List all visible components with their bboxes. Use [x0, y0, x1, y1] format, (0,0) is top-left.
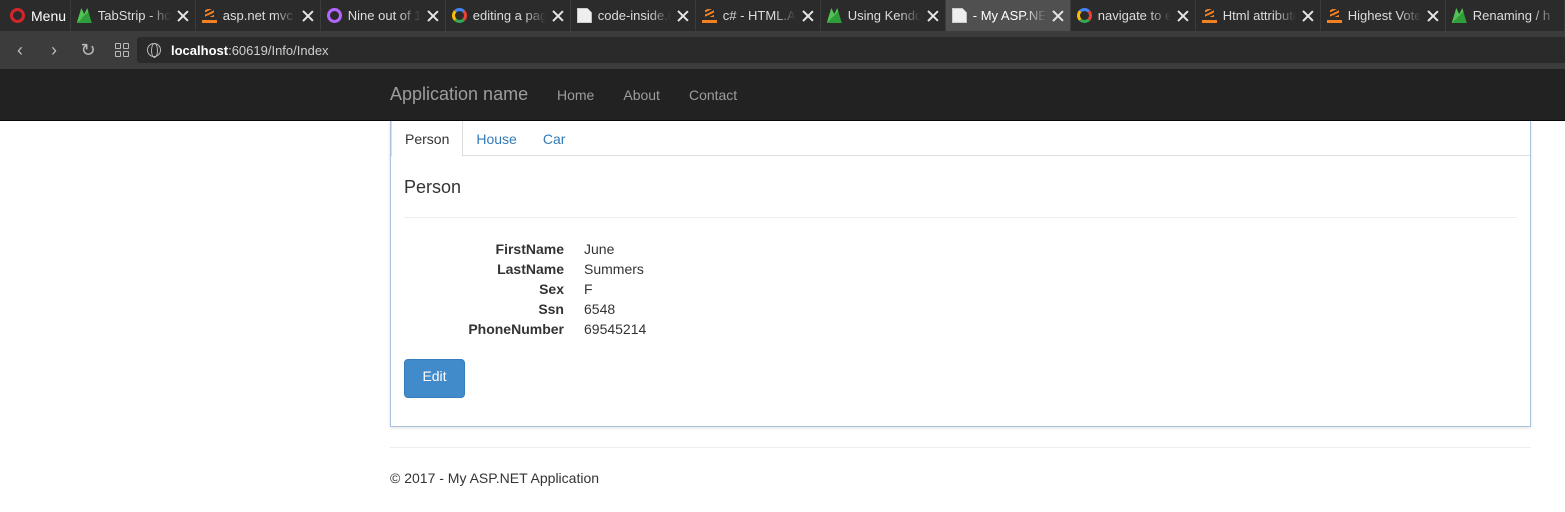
close-tab-icon[interactable]: [427, 10, 439, 22]
section-title: Person: [404, 177, 462, 197]
close-tab-icon[interactable]: [677, 10, 689, 22]
browser-tab-title: navigate to e: [1097, 8, 1171, 23]
tabstrip: Person House Car: [391, 121, 1530, 157]
browser-tab-title: code-inside.d: [597, 8, 671, 23]
browser-tab-title: Renaming / h: [1472, 8, 1551, 23]
detail-value: F: [584, 281, 593, 297]
close-tab-icon[interactable]: [1302, 10, 1314, 22]
kendo-icon: [826, 8, 842, 23]
address-bar[interactable]: localhost:60619/Info/Index: [137, 37, 1565, 63]
back-icon[interactable]: ‹: [10, 40, 30, 60]
speed-dial-icon[interactable]: [112, 40, 132, 60]
browser-tab-title: TabStrip - how: [97, 8, 171, 23]
divider: [404, 217, 1517, 218]
google-icon: [1076, 8, 1092, 23]
browser-tab-title: - My ASP.NET: [972, 8, 1046, 23]
browser-tab[interactable]: code-inside.d: [571, 0, 696, 31]
tab-person[interactable]: Person: [391, 121, 464, 157]
detail-value: June: [584, 241, 615, 257]
detail-label: Ssn: [538, 301, 564, 317]
nav-home-link[interactable]: Home: [557, 87, 594, 103]
browser-tab[interactable]: Renaming / h: [1446, 0, 1565, 31]
stackoverflow-icon: [1326, 8, 1342, 23]
reload-icon[interactable]: ↻: [78, 40, 98, 60]
opera-logo-icon: [10, 8, 25, 23]
detail-label: Sex: [539, 281, 564, 297]
link-icon: [326, 8, 342, 23]
browser-tab-bar: Menu TabStrip - how asp.net mvc - Nine o…: [0, 0, 1565, 31]
detail-row: PhoneNumber 69545214: [404, 319, 1517, 339]
browser-tab[interactable]: Html attribute: [1196, 0, 1321, 31]
detail-value: 69545214: [584, 321, 647, 337]
close-tab-icon[interactable]: [1052, 10, 1064, 22]
close-tab-icon[interactable]: [802, 10, 814, 22]
browser-menu-button[interactable]: Menu: [0, 0, 71, 31]
google-icon: [451, 8, 467, 23]
detail-label: PhoneNumber: [468, 321, 564, 337]
forward-icon[interactable]: ›: [44, 40, 64, 60]
detail-value: Summers: [584, 261, 644, 277]
person-tab-content: Person FirstName June LastName Summers S…: [404, 156, 1517, 398]
stackoverflow-icon: [701, 8, 717, 23]
tabstrip-panel: Person House Car Person FirstName June L…: [390, 121, 1531, 427]
kendo-icon: [1451, 8, 1467, 23]
detail-row: Sex F: [404, 279, 1517, 299]
document-icon: [576, 8, 592, 23]
detail-row: Ssn 6548: [404, 299, 1517, 319]
detail-label: FirstName: [495, 241, 564, 257]
browser-tab[interactable]: Highest Voted: [1321, 0, 1446, 31]
close-tab-icon[interactable]: [177, 10, 189, 22]
detail-value: 6548: [584, 301, 616, 317]
page-icon: [951, 8, 967, 23]
footer-divider: [390, 447, 1531, 448]
close-tab-icon[interactable]: [302, 10, 314, 22]
close-tab-icon[interactable]: [927, 10, 939, 22]
close-tab-icon[interactable]: [1177, 10, 1189, 22]
nav-about-link[interactable]: About: [623, 87, 660, 103]
person-details: FirstName June LastName Summers Sex F Ss…: [404, 239, 1517, 339]
tab-car[interactable]: Car: [530, 121, 579, 156]
browser-tab[interactable]: Nine out of 1: [321, 0, 446, 31]
address-toolbar: ‹ › ↻ localhost:60619/Info/Index: [0, 31, 1565, 69]
browser-tab[interactable]: Using Kendo: [821, 0, 946, 31]
browser-tab[interactable]: c# - HTML.Ac: [696, 0, 821, 31]
footer-text: © 2017 - My ASP.NET Application: [390, 470, 600, 486]
browser-tab[interactable]: editing a pag: [446, 0, 571, 31]
close-tab-icon[interactable]: [552, 10, 564, 22]
nav-contact-link[interactable]: Contact: [689, 87, 737, 103]
stackoverflow-icon: [201, 8, 217, 23]
menu-label: Menu: [31, 7, 67, 24]
browser-tab-active[interactable]: - My ASP.NET: [945, 0, 1071, 31]
detail-label: LastName: [497, 261, 564, 277]
detail-row: FirstName June: [404, 239, 1517, 259]
browser-tab-title: Html attribute: [1222, 8, 1296, 23]
browser-tab[interactable]: TabStrip - how: [71, 0, 196, 31]
nav-links: Home About Contact: [557, 87, 766, 103]
browser-tab-title: asp.net mvc -: [222, 8, 296, 23]
url-text[interactable]: localhost:60619/Info/Index: [171, 43, 329, 58]
browser-tab-title: editing a pag: [472, 8, 546, 23]
close-tab-icon[interactable]: [1427, 10, 1439, 22]
brand-link[interactable]: Application name: [390, 84, 528, 105]
tab-house[interactable]: House: [463, 121, 529, 156]
browser-tab-title: Nine out of 1: [347, 8, 421, 23]
browser-tab-title: c# - HTML.Ac: [722, 8, 796, 23]
kendo-icon: [76, 8, 92, 23]
browser-tab[interactable]: navigate to e: [1071, 0, 1196, 31]
app-navbar: Application name Home About Contact: [0, 69, 1565, 121]
globe-icon: [147, 43, 161, 58]
browser-tab-title: Highest Voted: [1347, 8, 1421, 23]
detail-row: LastName Summers: [404, 259, 1517, 279]
stackoverflow-icon: [1201, 8, 1217, 23]
browser-tab-title: Using Kendo: [847, 8, 921, 23]
edit-button[interactable]: Edit: [404, 359, 465, 398]
browser-tab[interactable]: asp.net mvc -: [196, 0, 321, 31]
